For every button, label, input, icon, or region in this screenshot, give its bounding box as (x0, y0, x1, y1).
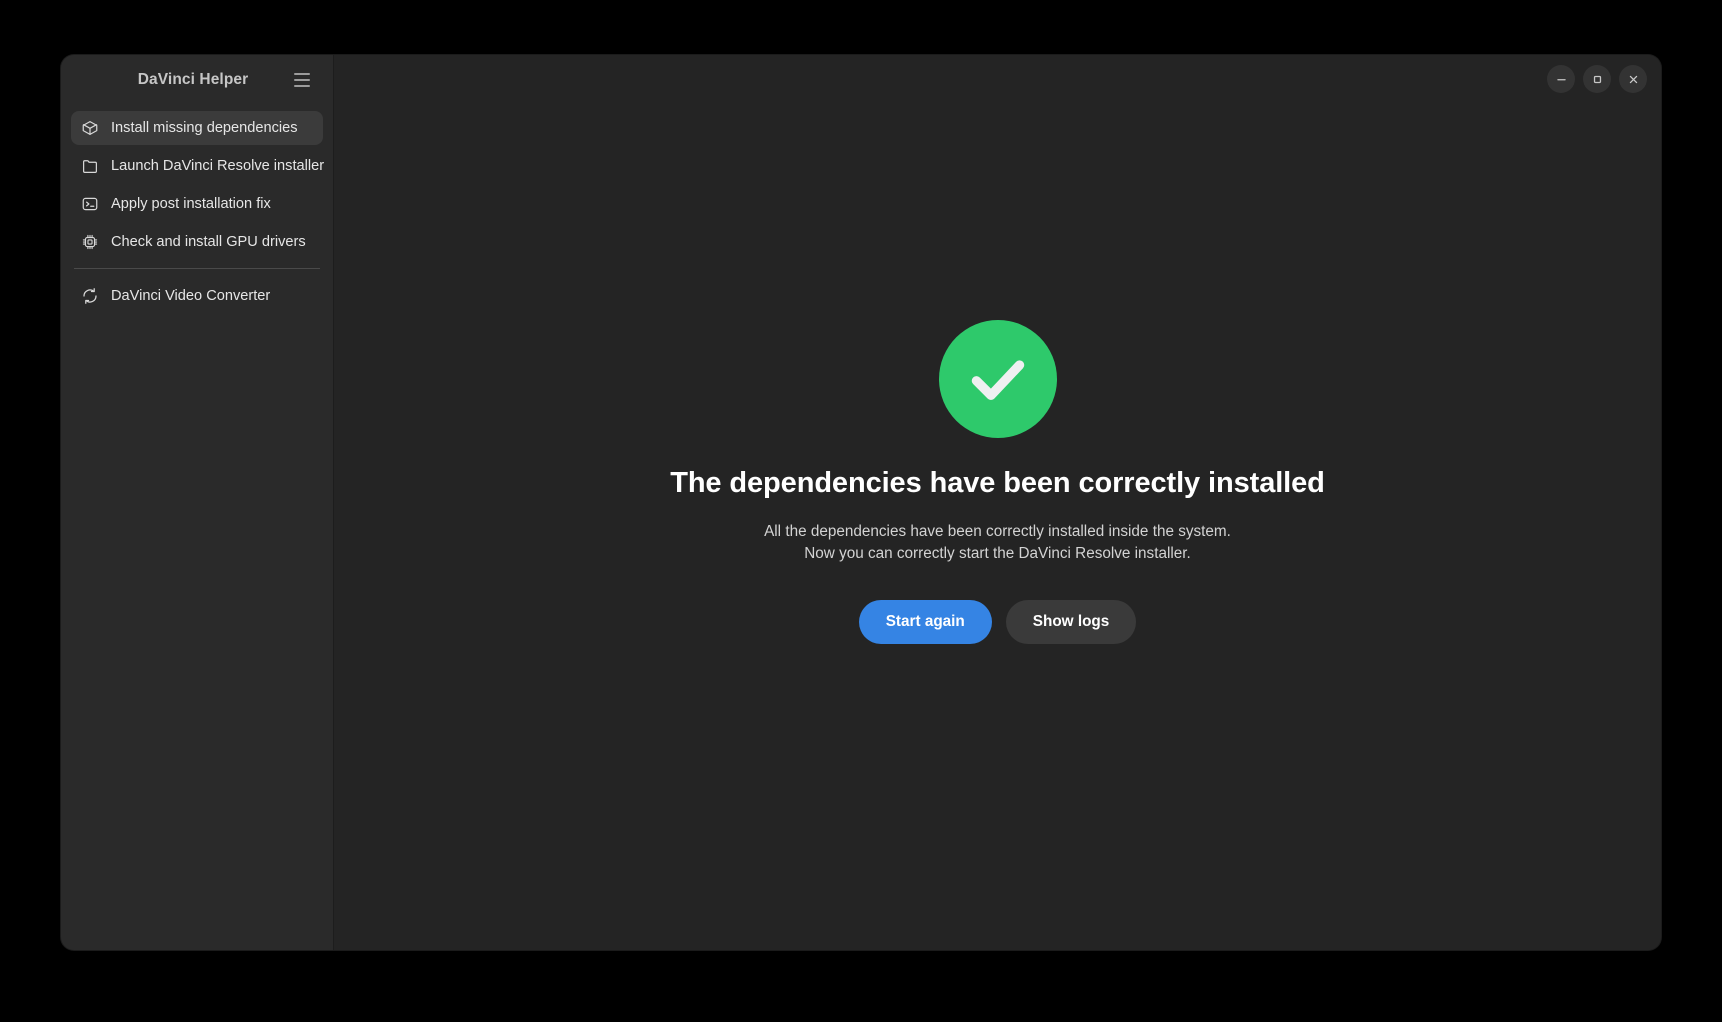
minimize-button[interactable] (1547, 65, 1575, 93)
chip-icon (80, 233, 99, 252)
start-again-button[interactable]: Start again (858, 600, 992, 645)
sidebar-item-label: DaVinci Video Converter (111, 287, 271, 304)
minimize-icon (1555, 73, 1568, 86)
maximize-icon (1591, 73, 1604, 86)
window-controls (1547, 65, 1647, 93)
sidebar-header: DaVinci Helper (61, 55, 333, 105)
main-content-area: The dependencies have been correctly ins… (334, 55, 1661, 950)
success-check-icon (938, 320, 1057, 438)
hamburger-menu-icon[interactable] (289, 67, 315, 93)
status-description-line-1: All the dependencies have been correctly… (764, 523, 1231, 540)
close-button[interactable] (1619, 65, 1647, 93)
sidebar-item-check-and-install-gpu-drivers[interactable]: Check and install GPU drivers (71, 225, 323, 259)
maximize-button[interactable] (1583, 65, 1611, 93)
sidebar-divider (74, 268, 320, 269)
sidebar-item-apply-post-installation-fix[interactable]: Apply post installation fix (71, 187, 323, 221)
close-icon (1627, 73, 1640, 86)
show-logs-button[interactable]: Show logs (1005, 600, 1137, 645)
app-title: DaVinci Helper (137, 71, 249, 88)
folder-icon (80, 157, 99, 176)
status-heading: The dependencies have been correctly ins… (670, 467, 1325, 499)
action-button-row: Start again Show logs (858, 600, 1137, 645)
sidebar-item-label: Check and install GPU drivers (111, 233, 306, 250)
package-icon (80, 119, 99, 138)
status-description-line-2: Now you can correctly start the DaVinci … (804, 545, 1191, 563)
sidebar-item-davinci-video-converter[interactable]: DaVinci Video Converter (71, 279, 323, 313)
refresh-icon (80, 287, 99, 306)
application-window: DaVinci Helper Install missing dependenc… (61, 55, 1661, 950)
terminal-icon (80, 195, 99, 214)
status-panel: The dependencies have been correctly ins… (334, 320, 1661, 645)
sidebar-item-label: Install missing dependencies (111, 119, 298, 136)
sidebar-item-launch-davinci-resolve-installer[interactable]: Launch DaVinci Resolve installer (71, 149, 325, 183)
sidebar-item-label: Apply post installation fix (111, 195, 271, 212)
sidebar-item-install-missing-dependencies[interactable]: Install missing dependencies (71, 111, 323, 145)
sidebar-item-label: Launch DaVinci Resolve installer (111, 157, 325, 174)
sidebar: DaVinci Helper Install missing dependenc… (61, 55, 334, 950)
sidebar-nav-list: Install missing dependencies Launch DaVi… (61, 105, 333, 317)
